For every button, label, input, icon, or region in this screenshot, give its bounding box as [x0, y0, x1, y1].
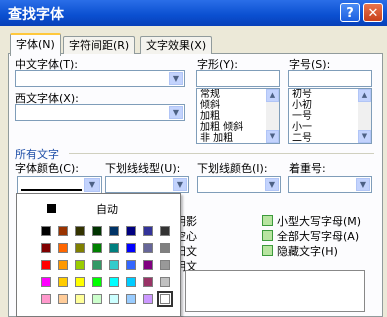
color-swatch[interactable]: [109, 226, 119, 236]
style-list[interactable]: 常规 倾斜 加粗 加粗 倾斜 非 加粗 ▲ ▼: [196, 88, 280, 144]
color-swatch[interactable]: [143, 260, 153, 270]
scroll-up-icon[interactable]: ▲: [266, 89, 279, 102]
color-swatch[interactable]: [143, 277, 153, 287]
emphasis-combo[interactable]: ▼: [288, 176, 372, 193]
color-swatch[interactable]: [126, 226, 136, 236]
window-title: 查找字体: [8, 7, 64, 23]
chevron-down-icon[interactable]: ▼: [169, 72, 183, 85]
color-swatch[interactable]: [41, 294, 51, 304]
size-input[interactable]: [288, 70, 372, 87]
color-swatch[interactable]: [75, 294, 85, 304]
color-swatch[interactable]: [41, 260, 51, 270]
color-swatch[interactable]: [143, 243, 153, 253]
color-swatch[interactable]: [92, 260, 102, 270]
color-swatch[interactable]: [126, 260, 136, 270]
all-caps-label[interactable]: 全部大写字母(A): [277, 228, 359, 244]
scroll-down-icon[interactable]: ▼: [358, 130, 371, 143]
preview-box: [185, 270, 365, 312]
color-swatch[interactable]: [75, 243, 85, 253]
color-swatch[interactable]: [109, 277, 119, 287]
small-caps-label[interactable]: 小型大写字母(M): [277, 213, 361, 229]
color-swatch[interactable]: [143, 226, 153, 236]
chevron-down-icon[interactable]: ▼: [169, 106, 183, 119]
color-swatch[interactable]: [109, 260, 119, 270]
help-icon[interactable]: ?: [340, 3, 360, 22]
hidden-text-label[interactable]: 隐藏文字(H): [277, 243, 338, 259]
underline-color-label: 下划线颜色(I):: [197, 162, 268, 175]
chevron-down-icon[interactable]: ▼: [265, 178, 279, 191]
color-swatch[interactable]: [92, 243, 102, 253]
title-bar: 查找字体 ? ✕: [0, 0, 387, 26]
color-swatch[interactable]: [126, 294, 136, 304]
all-caps-checkbox[interactable]: [262, 230, 273, 241]
color-swatch[interactable]: [75, 226, 85, 236]
emphasis-label: 着重号:: [289, 162, 326, 175]
underline-color-combo[interactable]: ▼: [197, 176, 281, 193]
scroll-down-icon[interactable]: ▼: [266, 130, 279, 143]
tab-text-effects[interactable]: 文字效果(X): [140, 36, 213, 54]
tab-font[interactable]: 字体(N): [10, 33, 61, 56]
color-swatch[interactable]: [58, 226, 68, 236]
color-swatch[interactable]: [58, 260, 68, 270]
tab-character-spacing[interactable]: 字符间距(R): [63, 36, 136, 54]
size-list[interactable]: 初号 小初 一号 小一 二号 ▲ ▼: [288, 88, 372, 144]
chevron-down-icon[interactable]: ▼: [173, 178, 187, 191]
color-swatch[interactable]: [75, 277, 85, 287]
color-swatch[interactable]: [160, 226, 170, 236]
color-swatch[interactable]: [41, 277, 51, 287]
close-icon[interactable]: ✕: [363, 3, 383, 22]
auto-color-label[interactable]: 自动: [96, 201, 118, 217]
underline-type-combo[interactable]: ▼: [105, 176, 189, 193]
color-sample: [21, 189, 82, 191]
western-font-combo[interactable]: ▼: [15, 104, 185, 121]
color-swatch[interactable]: [58, 243, 68, 253]
font-color-combo[interactable]: ▼: [17, 176, 102, 194]
underline-type-label: 下划线线型(U):: [105, 162, 181, 175]
color-swatch[interactable]: [75, 260, 85, 270]
color-swatch[interactable]: [109, 294, 119, 304]
color-swatch[interactable]: [143, 294, 153, 304]
auto-color-swatch[interactable]: [47, 204, 56, 213]
hidden-text-checkbox[interactable]: [262, 245, 273, 256]
color-swatch[interactable]: [160, 277, 170, 287]
small-caps-checkbox[interactable]: [262, 215, 273, 226]
chevron-down-icon[interactable]: ▼: [356, 178, 370, 191]
chinese-font-combo[interactable]: ▼: [15, 70, 185, 87]
color-swatch[interactable]: [160, 260, 170, 270]
scrollbar[interactable]: ▲ ▼: [358, 89, 371, 143]
font-color-popup: 自动: [16, 193, 181, 317]
color-swatch[interactable]: [92, 226, 102, 236]
color-swatch[interactable]: [92, 277, 102, 287]
chevron-down-icon[interactable]: ▼: [84, 178, 100, 192]
color-swatch[interactable]: [92, 294, 102, 304]
color-swatch[interactable]: [160, 243, 170, 253]
color-swatch[interactable]: [41, 243, 51, 253]
scrollbar[interactable]: ▲ ▼: [266, 89, 279, 143]
font-color-label: 字体颜色(C):: [15, 162, 79, 175]
color-swatch[interactable]: [58, 294, 68, 304]
color-swatch[interactable]: [58, 277, 68, 287]
scroll-up-icon[interactable]: ▲: [358, 89, 371, 102]
color-swatch[interactable]: [41, 226, 51, 236]
color-swatch[interactable]: [109, 243, 119, 253]
section-divider: [69, 153, 374, 154]
style-input[interactable]: [196, 70, 280, 87]
color-swatch[interactable]: [126, 243, 136, 253]
color-swatch[interactable]: [126, 277, 136, 287]
color-swatch[interactable]: [157, 291, 173, 307]
